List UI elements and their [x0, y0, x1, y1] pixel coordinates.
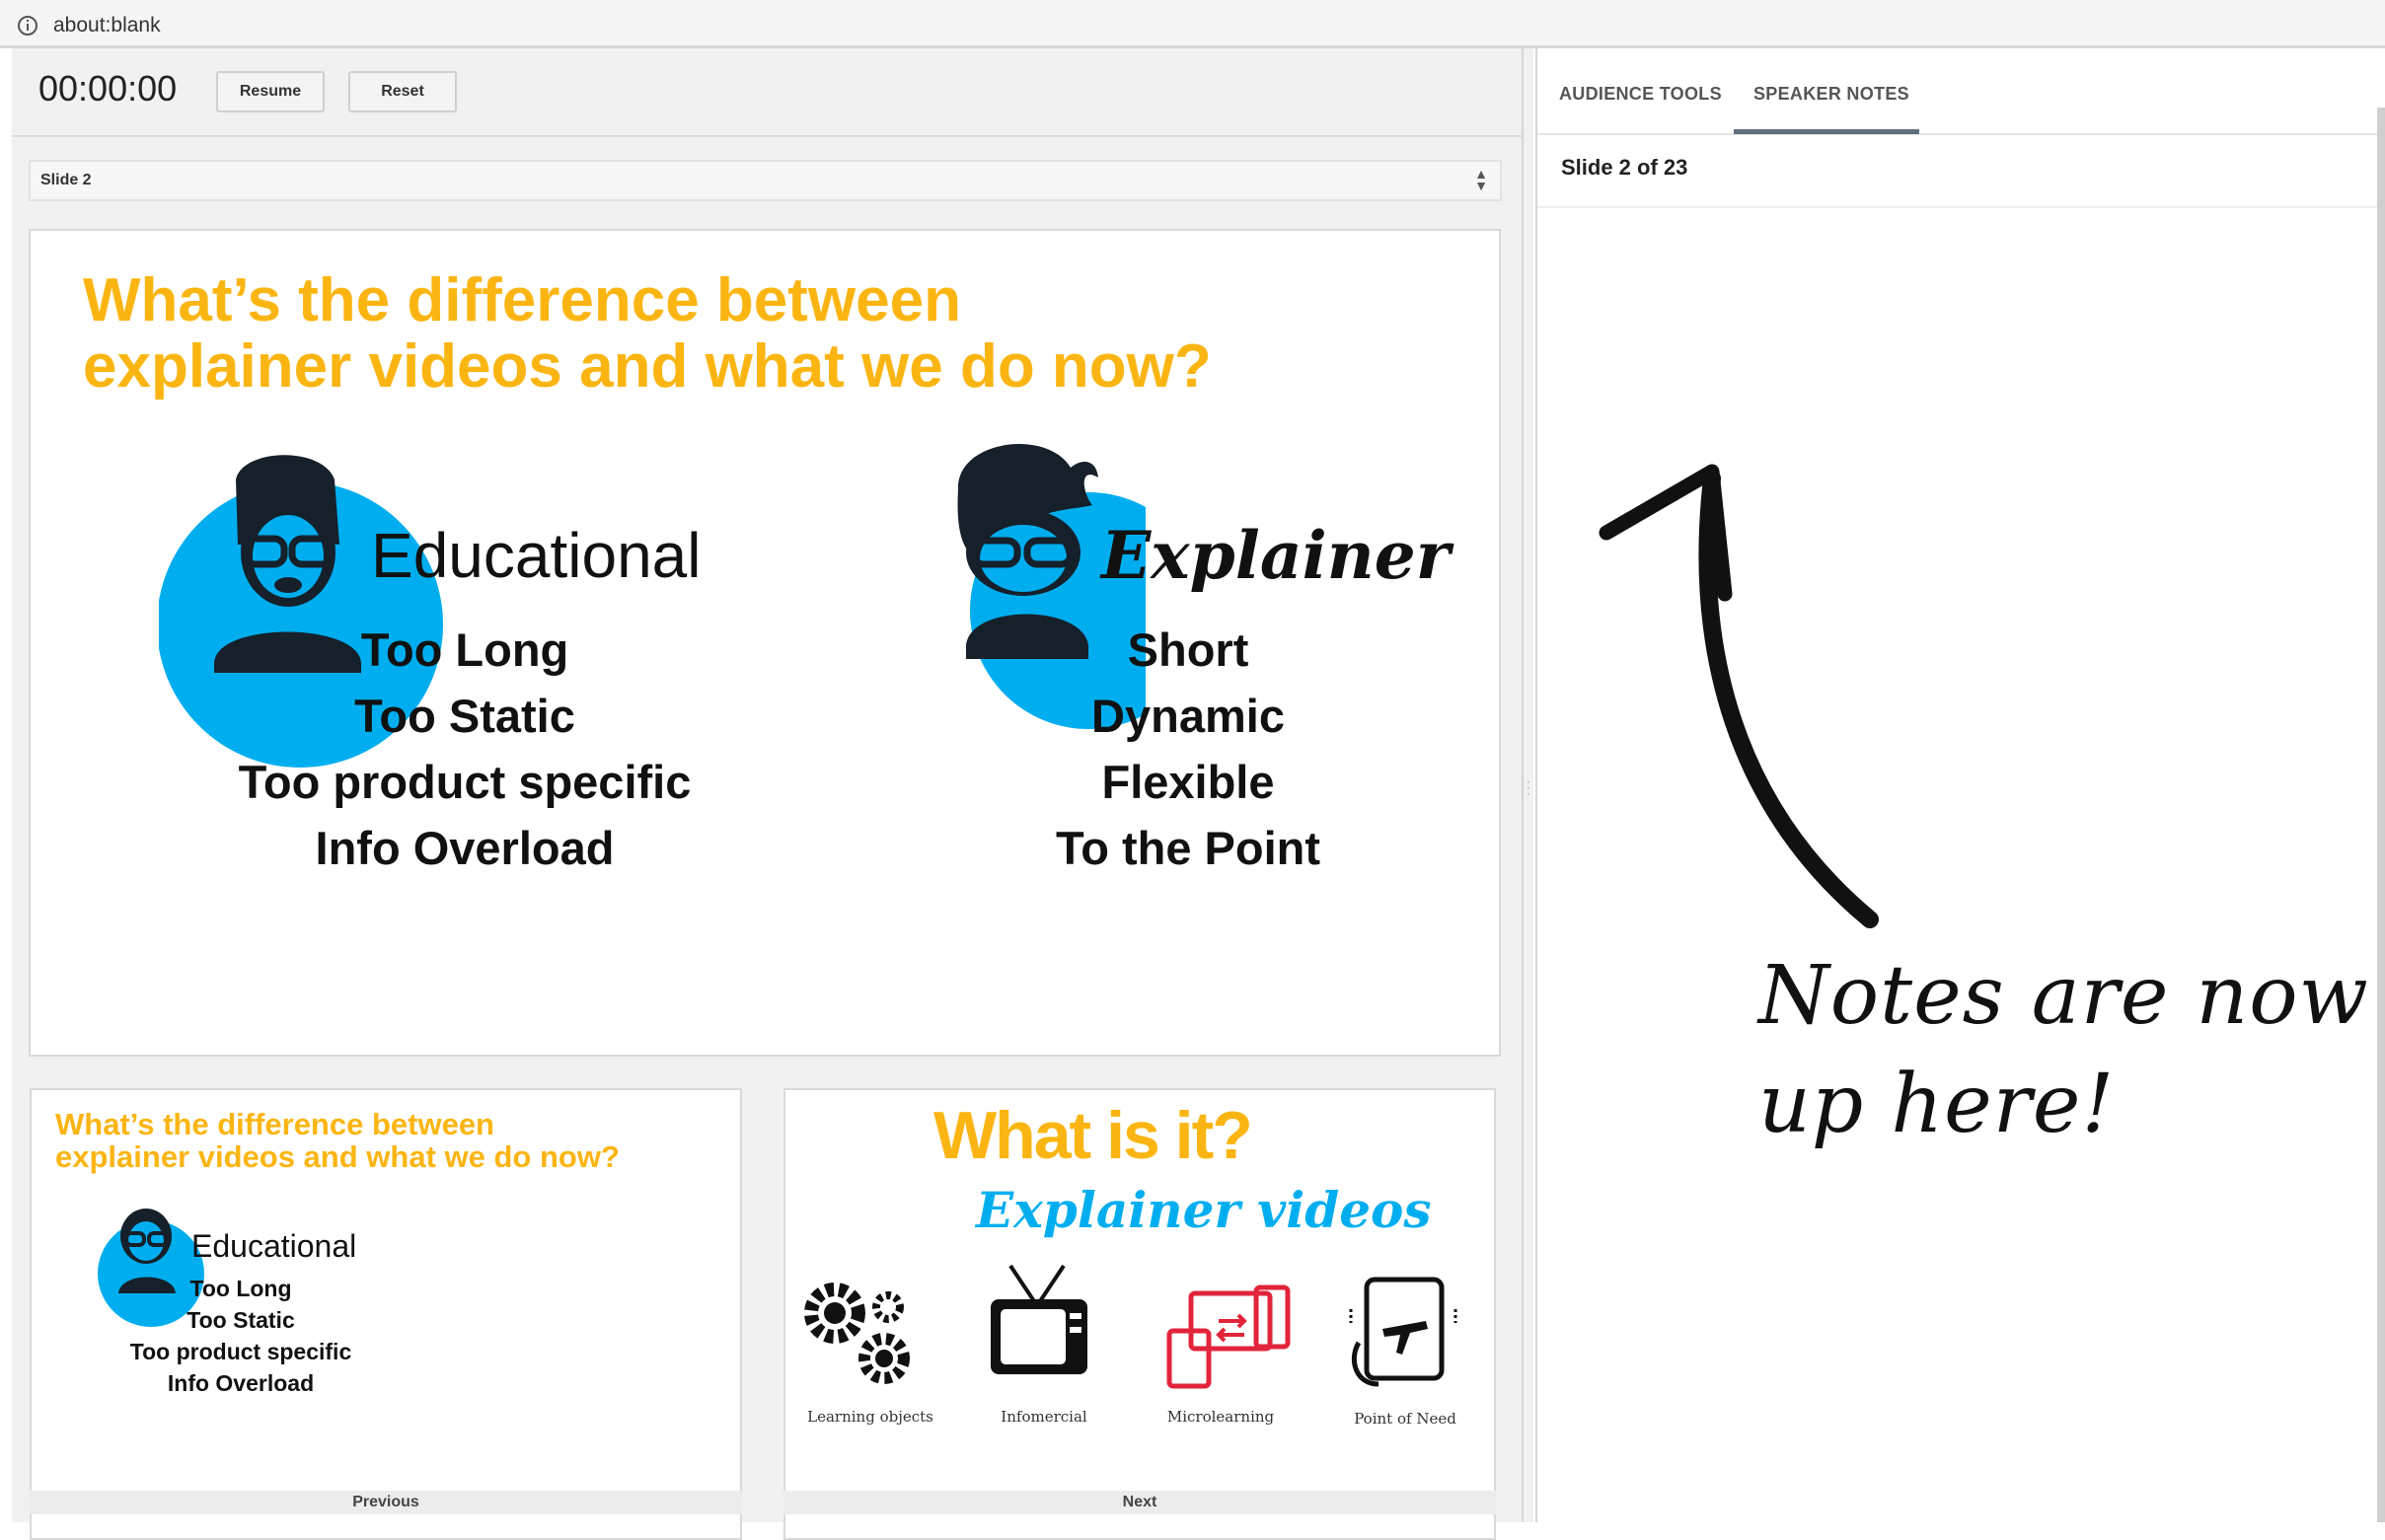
address-bar[interactable]: about:blank [0, 0, 2385, 48]
slide-select-value: Slide 2 [40, 172, 92, 188]
select-arrows-icon: ▲ ▼ [1474, 166, 1488, 193]
right-heading: Explainer [1101, 517, 1451, 594]
next-slide-title: What is it? [933, 1098, 1253, 1173]
reset-button[interactable]: Reset [348, 71, 457, 112]
tab-audience-tools[interactable]: AUDIENCE TOOLS [1559, 84, 1722, 105]
tab-bar: AUDIENCE TOOLS SPEAKER NOTES [1537, 48, 2385, 135]
resume-button[interactable]: Resume [216, 71, 325, 112]
slide-title: What’s the difference between explainer … [83, 266, 1212, 401]
previous-heading: Educational [191, 1228, 357, 1264]
annotation-note: Notes are now up here! [1758, 949, 2369, 1151]
previous-caption: Previous [30, 1491, 742, 1514]
divider [1537, 206, 2385, 208]
next-item-3: Point of Need [1354, 1410, 1456, 1428]
right-item-3: To the Point [1055, 822, 1321, 874]
current-slide[interactable]: What’s the difference between explainer … [29, 229, 1501, 1057]
tv-icon [991, 1264, 1087, 1374]
left-item-3: Info Overload [315, 822, 615, 874]
previous-item-1: Too Static [186, 1307, 295, 1333]
pane-splitter[interactable]: · · · [1522, 48, 1533, 1522]
next-slide-subtitle: Explainer videos [976, 1181, 1432, 1239]
presenter-left-pane: 00:00:00 Resume Reset Slide 2 ▲ ▼ What’s … [12, 48, 1522, 1540]
previous-item-2: Too product specific [129, 1339, 352, 1364]
next-item-2: Microlearning [1166, 1408, 1275, 1426]
gears-icon [804, 1283, 910, 1384]
slide-counter: Slide 2 of 23 [1561, 155, 1688, 180]
left-item-0: Too Long [360, 623, 569, 676]
url-text[interactable]: about:blank [53, 14, 161, 37]
active-tab-indicator [1734, 129, 1919, 134]
scrollbar[interactable] [2377, 108, 2385, 1522]
right-item-1: Dynamic [1091, 690, 1285, 742]
right-item-2: Flexible [1101, 756, 1275, 808]
tab-speaker-notes[interactable]: SPEAKER NOTES [1753, 84, 1909, 105]
drag-handle-icon[interactable]: · · · [1527, 775, 1530, 799]
left-item-1: Too Static [354, 690, 575, 742]
previous-item-0: Too Long [189, 1276, 292, 1301]
next-item-0: Learning objects [807, 1408, 933, 1426]
previous-slide-title: What’s the difference between explainer … [55, 1107, 620, 1175]
timer-display: 00:00:00 [38, 68, 178, 109]
devices-icon [1166, 1284, 1291, 1389]
next-slide-thumbnail[interactable]: What is it? Explainer videos Learning ob… [783, 1088, 1496, 1540]
right-item-0: Short [1127, 623, 1249, 676]
hand-drawn-arrow-icon [1599, 464, 1879, 928]
slide-select[interactable]: Slide 2 ▲ ▼ [29, 160, 1502, 201]
previous-item-3: Info Overload [167, 1370, 315, 1396]
tablet-plane-icon [1349, 1277, 1457, 1387]
previous-slide-thumbnail[interactable]: What’s the difference between explainer … [30, 1088, 742, 1540]
next-item-1: Infomercial [1001, 1408, 1087, 1426]
left-item-2: Too product specific [238, 756, 692, 808]
timer-controls: 00:00:00 Resume Reset [12, 48, 1522, 137]
info-icon[interactable] [17, 15, 38, 37]
next-caption: Next [783, 1491, 1496, 1514]
left-heading: Educational [371, 520, 702, 591]
